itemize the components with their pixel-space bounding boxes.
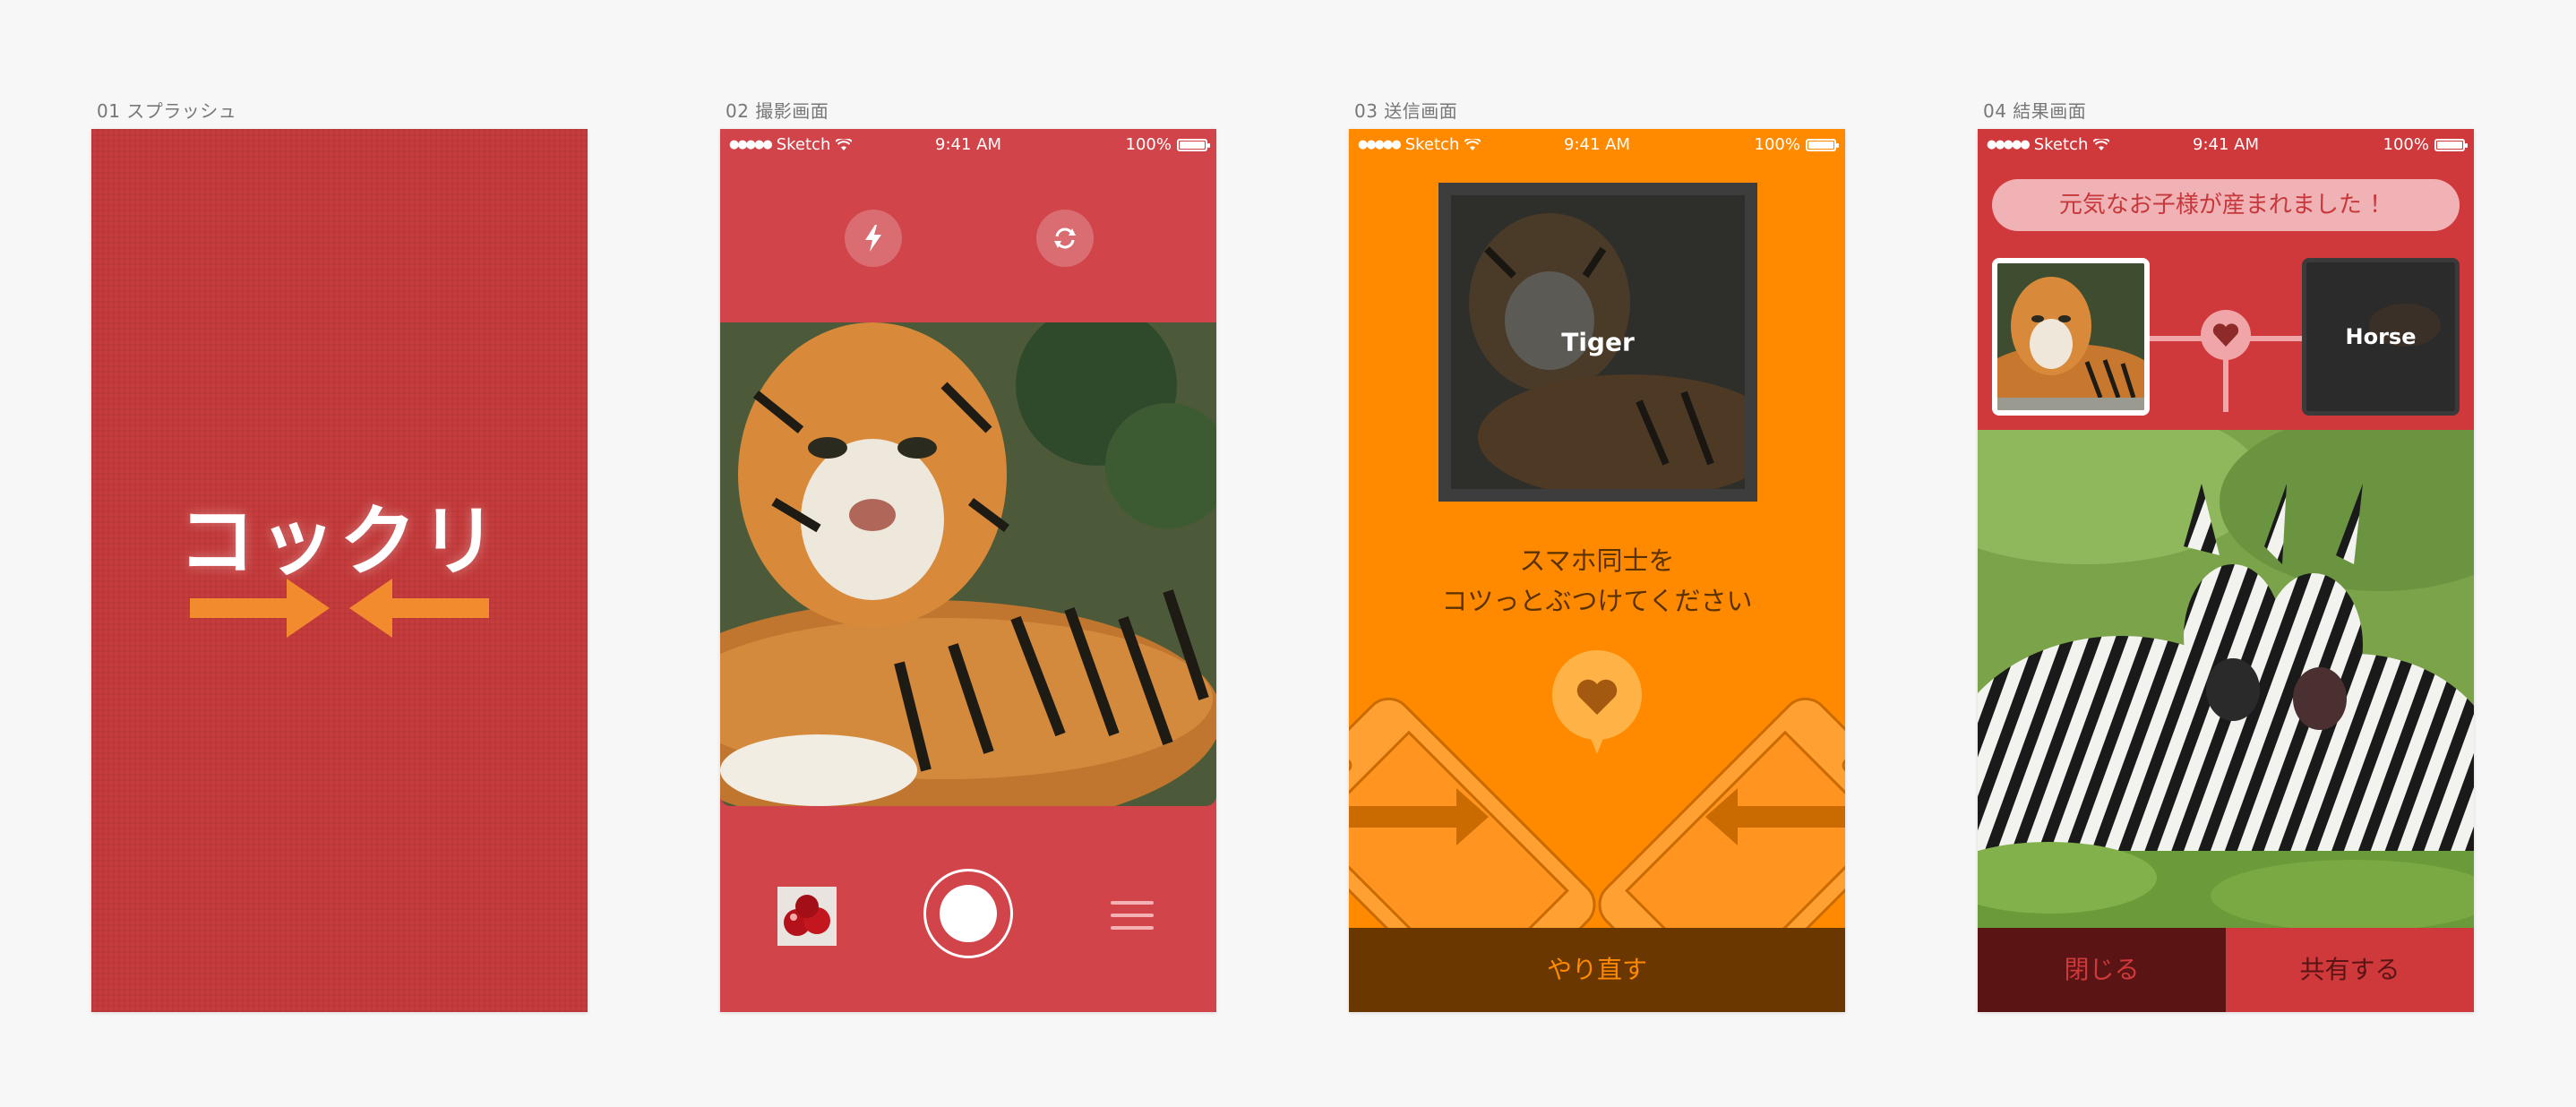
close-button[interactable]: 閉じる [1978, 928, 2226, 1012]
result-photo-zebras [1978, 430, 2474, 928]
hamburger-menu-icon[interactable] [1109, 892, 1155, 939]
battery-icon [1177, 138, 1210, 151]
battery-percent: 100% [2383, 135, 2429, 154]
status-bar: ●●●●● Sketch 9:41 AM 100% [720, 129, 1216, 159]
artboard-label-result: 04 結果画面 [1983, 100, 2087, 122]
retry-button[interactable]: やり直す [1349, 928, 1845, 1012]
share-button[interactable]: 共有する [2226, 928, 2474, 1012]
instruction-line-1: スマホ同士を [1519, 545, 1675, 576]
photo-label: Tiger [1561, 327, 1635, 357]
bump-arrows-icon [190, 579, 489, 638]
result-screen: ●●●●● Sketch 9:41 AM 100% 元気なお子様が産まれました ！… [1978, 129, 2474, 1012]
send-screen: ●●●●● Sketch 9:41 AM 100% Tiger スマホ同士を コツ… [1349, 129, 1845, 1012]
battery-icon [1806, 138, 1839, 151]
artboard-label-camera: 02 撮影画面 [726, 100, 829, 122]
battery-percent: 100% [1125, 135, 1172, 154]
camera-switch-icon [1054, 227, 1076, 249]
battery-icon [2434, 138, 2468, 151]
instruction-line-2: コツっとぶつけてください [1441, 586, 1753, 616]
result-title: 元気なお子様が産まれました ！ [1992, 179, 2460, 231]
sending-photo-card: Tiger [1438, 183, 1757, 502]
artboard-label-send: 03 送信画面 [1354, 100, 1458, 122]
shutter-button[interactable] [923, 869, 1013, 958]
gallery-thumbnail[interactable] [777, 887, 837, 946]
flash-button[interactable] [845, 210, 902, 267]
parent-card-horse[interactable]: Horse [2302, 258, 2460, 416]
lightning-icon [865, 225, 881, 252]
switch-camera-button[interactable] [1036, 210, 1094, 267]
status-bar: ●●●●● Sketch 9:41 AM 100% [1349, 129, 1845, 159]
heart-connector [2201, 310, 2251, 360]
horse-label: Horse [2345, 324, 2417, 349]
splash-screen: コックリ [91, 129, 588, 1012]
heart-icon [2212, 323, 2239, 347]
battery-percent: 100% [1754, 135, 1800, 154]
heart-bubble-icon [1552, 650, 1642, 754]
status-bar: ●●●●● Sketch 9:41 AM 100% [1978, 129, 2474, 159]
parent-card-tiger[interactable] [1992, 258, 2150, 416]
artboard-label-splash: 01 スプラッシュ [97, 100, 237, 122]
camera-preview-tiger [720, 322, 1216, 806]
bump-instruction: スマホ同士を コツっとぶつけてください [1349, 541, 1845, 622]
camera-screen: ●●●●● Sketch 9:41 AM 100% [720, 129, 1216, 1012]
shutter-icon [940, 885, 997, 942]
